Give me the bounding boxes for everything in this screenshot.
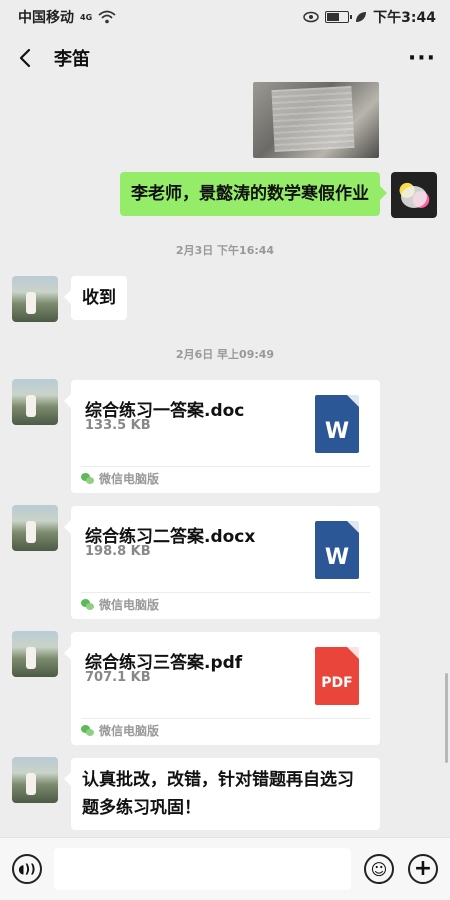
- photo-message[interactable]: [253, 82, 379, 158]
- contact-avatar[interactable]: [12, 631, 58, 677]
- wifi-icon: [98, 10, 116, 24]
- file-source: 微信电脑版: [81, 470, 159, 487]
- received-message-bubble[interactable]: 认真批改，改错，针对错题再自选习题多练习巩固！: [64, 758, 380, 830]
- back-icon[interactable]: [14, 46, 38, 70]
- timestamp: 2月6日 早上09:49: [175, 348, 275, 361]
- pdf-file-icon: PDF: [315, 647, 359, 705]
- word-file-icon: W: [315, 395, 359, 453]
- contact-avatar[interactable]: [12, 505, 58, 551]
- message-text: 认真批改，改错，针对错题再自选习题多练习巩固！: [82, 770, 354, 818]
- message-text: 李老师，景懿涛的数学寒假作业: [131, 184, 369, 204]
- network-label: 4G: [80, 12, 93, 22]
- file-size: 707.1 KB: [85, 670, 151, 685]
- wechat-icon: [81, 472, 94, 485]
- wechat-icon: [81, 598, 94, 611]
- contact-avatar[interactable]: [12, 276, 58, 322]
- contact-avatar[interactable]: [12, 757, 58, 803]
- my-avatar[interactable]: [391, 172, 437, 218]
- chat-area[interactable]: 李老师，景懿涛的数学寒假作业 2月3日 下午16:44 收到 2月6日 早上09…: [0, 82, 450, 837]
- file-size: 133.5 KB: [85, 418, 151, 433]
- sent-message-bubble[interactable]: 李老师，景懿涛的数学寒假作业: [120, 172, 387, 216]
- clock: 下午3:44: [373, 10, 436, 26]
- emoji-icon[interactable]: ☺: [364, 854, 394, 884]
- file-message[interactable]: 综合练习一答案.doc 133.5 KB W 微信电脑版: [64, 380, 380, 493]
- divider: [81, 466, 370, 467]
- file-size: 198.8 KB: [85, 544, 151, 559]
- plus-icon[interactable]: +: [408, 854, 438, 884]
- divider: [81, 592, 370, 593]
- chat-header: 李笛 ···: [0, 34, 450, 82]
- timestamp: 2月3日 下午16:44: [175, 244, 275, 257]
- voice-icon[interactable]: ◖)): [12, 854, 42, 884]
- more-icon[interactable]: ···: [408, 46, 436, 71]
- contact-avatar[interactable]: [12, 379, 58, 425]
- file-message[interactable]: 综合练习二答案.docx 198.8 KB W 微信电脑版: [64, 506, 380, 619]
- wechat-icon: [81, 724, 94, 737]
- battery-icon: [325, 11, 353, 23]
- received-message-bubble[interactable]: 收到: [64, 276, 127, 320]
- divider: [81, 718, 370, 719]
- scrollbar[interactable]: [445, 673, 448, 763]
- contact-name: 李笛: [54, 49, 90, 70]
- eye-icon: [303, 11, 319, 23]
- file-source: 微信电脑版: [81, 596, 159, 613]
- file-message[interactable]: 综合练习三答案.pdf 707.1 KB PDF 微信电脑版: [64, 632, 380, 745]
- carrier-label: 中国移动: [18, 10, 74, 26]
- input-bar: ◖)) ☺ +: [0, 837, 450, 900]
- message-input[interactable]: [54, 848, 351, 890]
- status-bar: 中国移动 4G 下午3:44: [0, 0, 450, 34]
- message-text: 收到: [82, 288, 116, 308]
- leaf-icon: [356, 12, 367, 22]
- word-file-icon: W: [315, 521, 359, 579]
- file-source: 微信电脑版: [81, 722, 159, 739]
